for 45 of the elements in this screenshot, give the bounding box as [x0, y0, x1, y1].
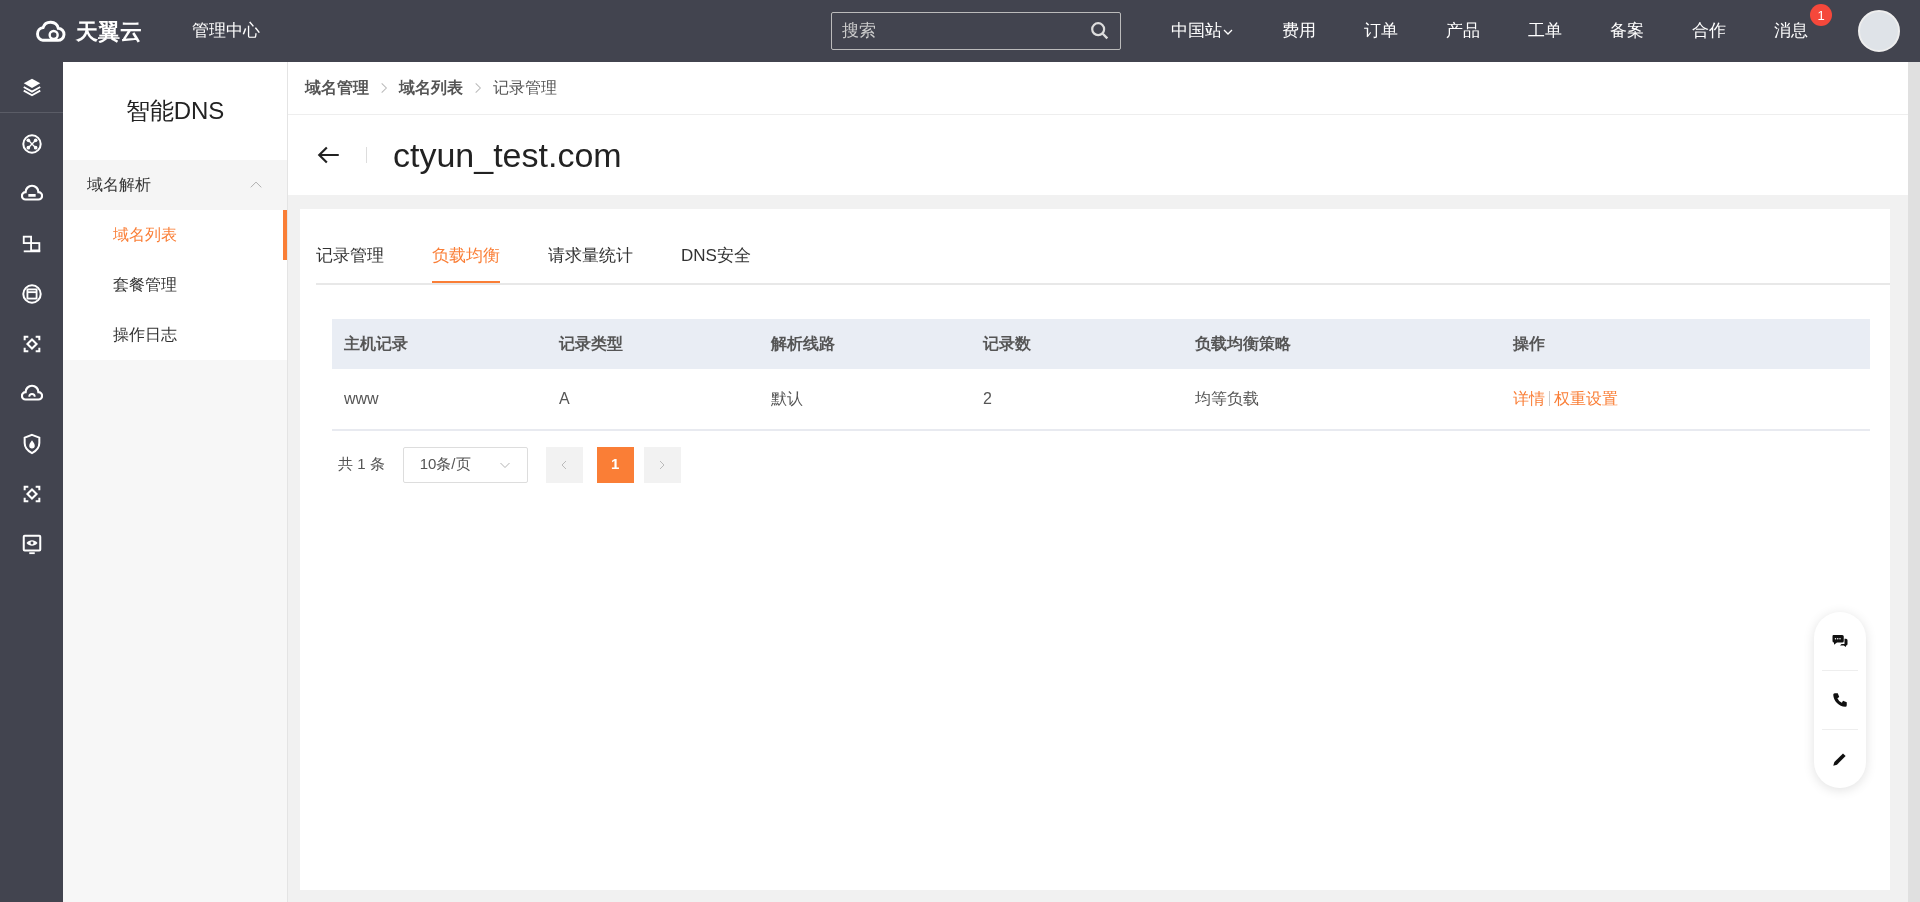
nav-link[interactable]: 合作	[1692, 21, 1726, 41]
column-header: 负载均衡策略	[1195, 334, 1291, 352]
breadcrumb-current: 记录管理	[493, 78, 557, 98]
column-header: 解析线路	[771, 334, 835, 352]
transfer-icon[interactable]	[20, 233, 43, 255]
menu-item[interactable]: 套餐管理	[63, 260, 287, 310]
table-cell: 均等负载	[1195, 389, 1259, 407]
table-cell: 2	[983, 389, 992, 407]
nodes-icon[interactable]	[20, 133, 43, 155]
table-cell: 默认	[771, 389, 803, 407]
menu-item[interactable]: 操作日志	[63, 310, 287, 360]
search-icon	[1089, 20, 1111, 42]
nav-link[interactable]: 备案	[1610, 21, 1644, 41]
layers-icon[interactable]	[20, 76, 43, 98]
chat-bubbles-icon[interactable]	[1831, 632, 1849, 650]
column-header: 操作	[1513, 334, 1545, 352]
scrollbar[interactable]	[1908, 62, 1920, 902]
tab[interactable]: DNS安全	[681, 233, 751, 283]
column-header: 记录类型	[559, 334, 623, 352]
nav-link[interactable]: 消息	[1774, 21, 1808, 41]
total-count: 共 1 条	[338, 454, 385, 475]
page-title: ctyun_test.com	[393, 134, 622, 176]
phone-icon[interactable]	[1831, 691, 1849, 709]
column-header: 主机记录	[344, 334, 408, 352]
nav-link[interactable]: 产品	[1446, 21, 1480, 41]
notification-badge: 1	[1810, 4, 1832, 27]
nav-link[interactable]: 工单	[1528, 21, 1562, 41]
nav-link[interactable]: 中国站	[1171, 21, 1234, 41]
window-icon[interactable]	[20, 283, 43, 305]
tab[interactable]: 请求量统计	[548, 233, 633, 283]
nav-link[interactable]: 订单	[1364, 21, 1398, 41]
tab[interactable]: 记录管理	[316, 233, 384, 283]
page-size-select[interactable]: 10条/页	[402, 446, 528, 483]
monitor-eye-icon[interactable]	[20, 533, 43, 555]
table-cell: A	[559, 389, 570, 407]
search-field[interactable]: 搜索	[831, 12, 1121, 50]
console-title: 管理中心	[192, 20, 260, 43]
table-cell: www	[344, 389, 379, 407]
nav-link[interactable]: 费用	[1282, 21, 1316, 41]
column-header: 记录数	[983, 334, 1031, 352]
avatar[interactable]	[1858, 10, 1900, 52]
product-title: 智能DNS	[125, 96, 225, 126]
breadcrumb-link[interactable]: 域名列表	[399, 76, 463, 100]
breadcrumb-link[interactable]: 域名管理	[305, 76, 369, 100]
logo-text: 天翼云	[76, 17, 142, 46]
